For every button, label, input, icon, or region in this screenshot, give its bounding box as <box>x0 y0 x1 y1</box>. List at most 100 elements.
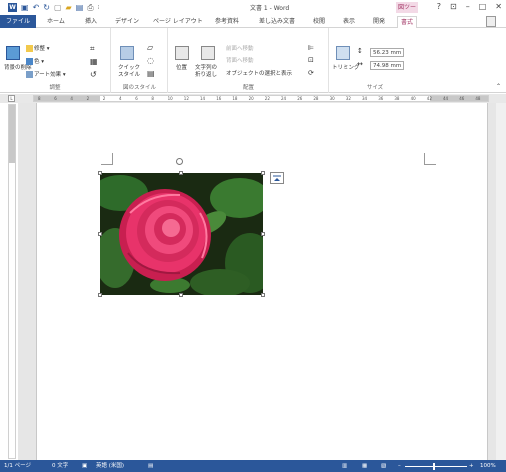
artistic-effects-button[interactable]: アート効果 ▾ <box>26 70 66 78</box>
ruler-tick-label: 34 <box>362 96 368 101</box>
zoom-in-button[interactable]: + <box>469 460 474 472</box>
rotate-icon[interactable]: ⟳ <box>308 69 314 77</box>
shape-height-input[interactable]: 56.23 mm <box>370 48 404 57</box>
crop-icon[interactable] <box>336 46 350 60</box>
tab-page-layout[interactable]: ページ レイアウト <box>150 16 206 28</box>
save-as-icon[interactable]: ▤ <box>76 3 84 12</box>
read-mode-icon[interactable]: ▥ <box>342 460 347 472</box>
resize-handle-left[interactable] <box>98 232 102 236</box>
ribbon-display-options-button[interactable]: ⊡ <box>450 2 457 11</box>
help-button[interactable]: ? <box>437 2 441 11</box>
ruler-tick-label: 4 <box>70 96 73 101</box>
tab-view[interactable]: 表示 <box>340 16 358 28</box>
vertical-scrollbar[interactable] <box>496 103 506 460</box>
wrap-text-label-2[interactable]: 折り返し <box>195 70 217 78</box>
position-icon[interactable] <box>175 46 189 60</box>
ribbon: 背景の削除 修整 ▾ 色 ▾ アート効果 ▾ ⌗ ▦ ↺ 調整 クイック スタイ… <box>0 28 506 93</box>
customize-qat-icon[interactable]: ⁝ <box>98 3 100 12</box>
language-indicator[interactable]: 英語 (米国) <box>96 460 124 472</box>
tab-review[interactable]: 校閲 <box>310 16 328 28</box>
tab-home[interactable]: ホーム <box>44 16 68 28</box>
tab-developer[interactable]: 開発 <box>370 16 388 28</box>
artistic-effects-icon <box>26 71 33 78</box>
camellia-photo[interactable] <box>100 173 263 295</box>
web-layout-icon[interactable]: ▧ <box>381 460 386 472</box>
horizontal-ruler: L 8 6 4 2 2 4 6 8 10 12 14 16 18 20 22 24 26 28 30 32 34 36 38… <box>0 94 506 103</box>
ribbon-tabs: ファイル ホーム 挿入 デザイン ページ レイアウト 参考資料 差し込み文書 校… <box>0 15 506 29</box>
selected-picture[interactable] <box>98 158 265 297</box>
open-folder-icon[interactable]: ▰ <box>66 3 72 12</box>
user-account-icon[interactable] <box>486 16 496 27</box>
tab-file[interactable]: ファイル <box>0 15 37 28</box>
wrap-text-icon[interactable] <box>201 46 215 60</box>
zoom-slider-thumb[interactable] <box>433 463 435 470</box>
shape-width-input[interactable]: 74.98 mm <box>370 61 404 70</box>
crop-label[interactable]: トリミング <box>332 63 360 71</box>
color-button[interactable]: 色 ▾ <box>26 57 44 65</box>
ruler-tick-label: 6 <box>54 96 57 101</box>
resize-handle-right[interactable] <box>261 232 265 236</box>
zoom-slider[interactable] <box>405 466 467 467</box>
vertical-ruler-margin <box>9 105 15 163</box>
resize-handle-bottom-right[interactable] <box>261 293 265 297</box>
position-label[interactable]: 位置 <box>176 63 187 71</box>
resize-handle-bottom-left[interactable] <box>98 293 102 297</box>
reset-picture-icon[interactable]: ↺ <box>90 70 97 79</box>
selection-pane-button[interactable]: オブジェクトの選択と表示 <box>226 69 292 77</box>
remove-background-icon[interactable] <box>6 46 20 60</box>
maximize-button[interactable]: □ <box>479 2 487 11</box>
title-bar: W ▣ ↶ ↻ ▢ ▰ ▤ ⎙ ⁝ 文書 1 - Word 図ツー ? ⊡ – … <box>0 0 506 15</box>
save-icon[interactable]: ▣ <box>21 3 29 12</box>
resize-handle-bottom[interactable] <box>179 293 183 297</box>
layout-options-button[interactable] <box>270 172 284 184</box>
color-icon <box>26 58 33 65</box>
quick-styles-label-2[interactable]: スタイル <box>118 70 140 78</box>
compress-pictures-icon[interactable]: ⌗ <box>90 44 95 54</box>
tab-references[interactable]: 参考資料 <box>212 16 242 28</box>
resize-handle-top[interactable] <box>179 171 183 175</box>
tab-design[interactable]: デザイン <box>112 16 142 28</box>
picture-tools-header: 図ツー <box>396 2 418 13</box>
group-size-label: サイズ <box>366 85 384 91</box>
zoom-out-button[interactable]: – <box>398 460 401 472</box>
quick-styles-icon[interactable] <box>120 46 134 60</box>
new-document-icon[interactable]: ▢ <box>54 3 62 12</box>
close-button[interactable]: ✕ <box>495 2 502 11</box>
group-objects-icon[interactable]: ⊡ <box>308 56 314 64</box>
resize-handle-top-right[interactable] <box>261 171 265 175</box>
ruler-tick-label: 48 <box>475 96 481 101</box>
picture-layout-icon[interactable]: ▤ <box>147 69 155 78</box>
ruler-tick-label: 16 <box>216 96 222 101</box>
ruler-tick-label: 24 <box>281 96 287 101</box>
rotation-handle[interactable] <box>176 158 183 165</box>
ruler-tick-label: 2 <box>86 96 90 101</box>
zoom-level[interactable]: 100% <box>480 460 496 472</box>
tab-mailings[interactable]: 差し込み文書 <box>256 16 298 28</box>
send-backward-button[interactable]: 背面へ移動 <box>226 56 254 64</box>
ruler-tick-label: 10 <box>167 96 173 101</box>
shape-height-icon: ↕ <box>357 47 363 55</box>
change-picture-icon[interactable]: ▦ <box>90 57 98 66</box>
redo-icon[interactable]: ↻ <box>43 3 50 12</box>
tab-insert[interactable]: 挿入 <box>82 16 100 28</box>
corrections-button[interactable]: 修整 ▾ <box>26 44 50 52</box>
ruler-tick-label: 38 <box>394 96 400 101</box>
print-layout-icon[interactable]: ▦ <box>362 460 367 472</box>
undo-icon[interactable]: ↶ <box>33 3 40 12</box>
picture-border-icon[interactable]: ▱ <box>147 43 153 52</box>
picture-effects-icon[interactable]: ◌ <box>147 56 154 65</box>
resize-handle-top-left[interactable] <box>98 171 102 175</box>
print-preview-icon[interactable]: ⎙ <box>87 3 93 12</box>
align-icon[interactable]: ⊫ <box>308 44 314 52</box>
tab-selector[interactable]: L <box>8 95 15 102</box>
group-adjust: 背景の削除 修整 ▾ 色 ▾ アート効果 ▾ ⌗ ▦ ↺ 調整 <box>0 28 111 93</box>
ruler-tick-label: 2 <box>102 96 106 101</box>
page-count[interactable]: 1/1 ページ <box>4 460 31 472</box>
bring-forward-button[interactable]: 前面へ移動 <box>226 44 254 52</box>
minimize-button[interactable]: – <box>466 2 470 11</box>
collapse-ribbon-icon[interactable]: ⌃ <box>496 83 501 90</box>
macro-recording-icon[interactable]: ▤ <box>148 460 153 472</box>
proofing-icon[interactable]: ▣ <box>82 460 87 472</box>
word-count[interactable]: 0 文字 <box>52 460 68 472</box>
ruler-tick-label: 12 <box>183 96 189 101</box>
